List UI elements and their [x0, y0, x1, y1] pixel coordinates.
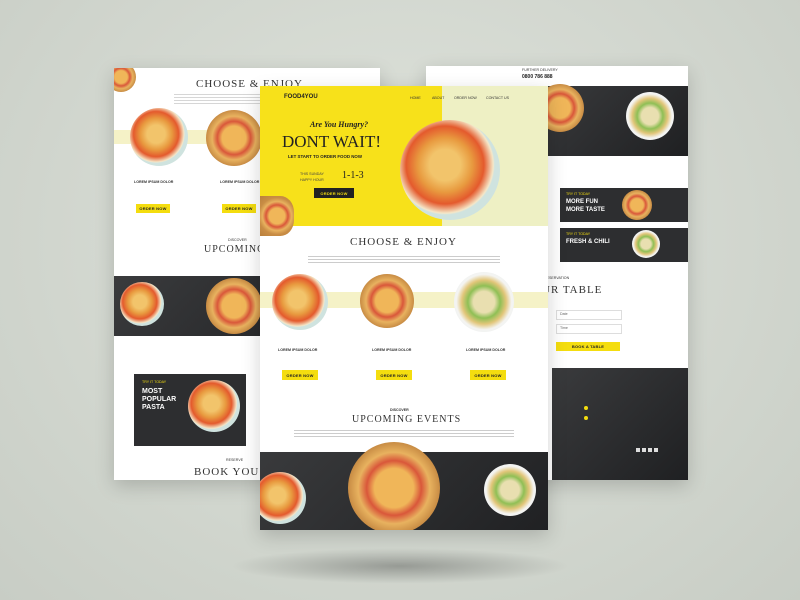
item1-plate: [272, 274, 328, 330]
left-pasta-plate: [130, 108, 188, 166]
corner-pasta-image: [114, 68, 136, 92]
right-promo1-line1: MORE FUN: [566, 199, 598, 205]
nav-contact[interactable]: CONTACT US: [486, 96, 509, 100]
item2-order-button[interactable]: ORDER NOW: [376, 370, 412, 380]
right-promo2-try: TRY IT TODAY: [566, 232, 591, 236]
right-date-field[interactable]: Date: [556, 310, 622, 320]
item1-label: LOREM IPSUM DOLOR: [278, 348, 318, 352]
drop-shadow: [230, 548, 570, 584]
right-contact-label: FURTHER DELIVERY: [522, 68, 558, 72]
right-book-button[interactable]: BOOK A TABLE: [556, 342, 620, 351]
item3-plate: [454, 272, 514, 332]
left-promo-plate: [188, 380, 240, 432]
social-icons: [636, 448, 660, 452]
right-time-field[interactable]: Time: [556, 324, 622, 334]
item3-order-button[interactable]: ORDER NOW: [470, 370, 506, 380]
hungry-text: Are You Hungry?: [310, 120, 369, 129]
center-discover: DISCOVER: [390, 408, 409, 412]
nav-about[interactable]: ABOUT: [432, 96, 444, 100]
hero-corner-image: [260, 196, 294, 236]
hero-headline: DONT WAIT!: [282, 132, 381, 151]
left-event-pizza: [206, 278, 262, 334]
offer-numbers: 1-1-3: [342, 170, 364, 181]
left-promo-try: TRY IT TODAY: [142, 380, 167, 384]
item3-label: LOREM IPSUM DOLOR: [466, 348, 506, 352]
right-hero-salad: [626, 92, 674, 140]
left-discover: DISCOVER: [228, 238, 247, 242]
nav-order[interactable]: ORDER NOW: [454, 96, 477, 100]
left-pizza-plate: [206, 110, 262, 166]
item1-order-button[interactable]: ORDER NOW: [282, 370, 318, 380]
right-promo1-line2: MORE TASTE: [566, 207, 605, 213]
center-events-title: UPCOMING EVENTS: [352, 414, 462, 425]
left-promo-line3: PASTA: [142, 404, 165, 411]
item2-plate: [360, 274, 414, 328]
left-promo-line2: POPULAR: [142, 396, 177, 403]
nav-home[interactable]: HOME: [410, 96, 421, 100]
hero-order-button[interactable]: ORDER NOW: [314, 188, 354, 198]
right-phone: 0800 786 888: [522, 74, 553, 80]
left-book-title: BOOK YOU: [194, 466, 260, 478]
center-choose-title: CHOOSE & ENJOY: [350, 236, 457, 248]
left-item1-label: LOREM IPSUM DOLOR: [134, 180, 174, 184]
right-promo2-image: [632, 230, 660, 258]
left-order-button-1[interactable]: ORDER NOW: [136, 204, 170, 213]
event-salad-plate: [484, 464, 536, 516]
right-promo1-try: TRY IT TODAY: [566, 192, 591, 196]
hero-pasta-plate: [400, 120, 500, 220]
left-promo-line1: MOST: [142, 388, 163, 395]
center-page-mockup: FOOD4YOU HOME ABOUT ORDER NOW CONTACT US…: [260, 86, 548, 530]
center-intro-text: [308, 254, 500, 264]
item2-label: LOREM IPSUM DOLOR: [372, 348, 412, 352]
right-time-placeholder: Time: [560, 326, 568, 330]
left-event-pasta: [120, 282, 164, 326]
right-footer: [552, 368, 688, 480]
hero-subhead: LET START TO ORDER FOOD NOW: [288, 154, 362, 159]
right-promo1-image: [622, 190, 652, 220]
offer-text-1: THIS SUNDAY: [300, 172, 324, 176]
right-date-placeholder: Date: [560, 312, 568, 316]
event-pizza: [348, 442, 440, 530]
mail-icon: [584, 416, 588, 420]
brand-logo[interactable]: FOOD4YOU: [284, 94, 318, 100]
left-item2-label: LOREM IPSUM DOLOR: [220, 180, 260, 184]
left-order-button-2[interactable]: ORDER NOW: [222, 204, 256, 213]
center-events-text: [294, 428, 514, 438]
right-promo2-line1: FRESH & CHILI: [566, 239, 610, 245]
offer-text-2: HAPPY HOUR: [300, 178, 324, 182]
location-icon: [584, 406, 588, 410]
left-reserve: RESERVE: [226, 458, 244, 462]
right-table-title: UR TABLE: [542, 284, 603, 296]
